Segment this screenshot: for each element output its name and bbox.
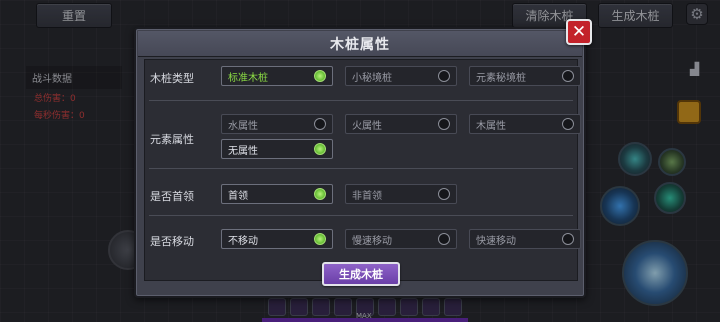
option-label: 小秘境桩 bbox=[352, 72, 392, 84]
radio-empty-icon bbox=[438, 233, 450, 245]
option-boss[interactable]: 首领 bbox=[221, 184, 333, 204]
radio-empty-icon bbox=[562, 233, 574, 245]
stake-type-row: 木桩类型 标准木桩 小秘境桩 元素秘境桩 bbox=[145, 60, 581, 92]
radio-empty-icon bbox=[438, 188, 450, 200]
generate-stake-button[interactable]: 生成木桩 bbox=[322, 262, 400, 286]
option-label: 标准木桩 bbox=[228, 72, 268, 84]
boss-label: 是否首领 bbox=[150, 190, 194, 203]
radio-empty-icon bbox=[562, 118, 574, 130]
radio-selected-icon bbox=[314, 70, 326, 82]
dialog-header: 木桩属性 bbox=[138, 31, 582, 57]
option-label: 元素秘境桩 bbox=[476, 72, 526, 84]
option-no-element[interactable]: 无属性 bbox=[221, 139, 333, 159]
option-label: 首领 bbox=[228, 190, 248, 202]
stake-properties-dialog: 木桩属性 木桩类型 标准木桩 小秘境桩 元素秘境桩 元素属性 水属性 火属性 木… bbox=[134, 27, 586, 298]
row-divider bbox=[149, 168, 573, 169]
stake-type-label: 木桩类型 bbox=[150, 72, 194, 85]
boss-row: 是否首领 首领 非首领 bbox=[145, 172, 577, 214]
option-label: 快速移动 bbox=[476, 235, 516, 247]
movement-row: 是否移动 不移动 慢速移动 快速移动 bbox=[145, 218, 581, 258]
radio-empty-icon bbox=[562, 70, 574, 82]
radio-selected-icon bbox=[314, 143, 326, 155]
option-fire[interactable]: 火属性 bbox=[345, 114, 457, 134]
option-label: 不移动 bbox=[228, 235, 258, 247]
movement-label: 是否移动 bbox=[150, 235, 194, 248]
option-no-move[interactable]: 不移动 bbox=[221, 229, 333, 249]
option-label: 火属性 bbox=[352, 120, 382, 132]
radio-selected-icon bbox=[314, 188, 326, 200]
row-divider bbox=[149, 215, 573, 216]
option-small-realm-stake[interactable]: 小秘境桩 bbox=[345, 66, 457, 86]
option-label: 水属性 bbox=[228, 120, 258, 132]
option-element-realm-stake[interactable]: 元素秘境桩 bbox=[469, 66, 581, 86]
option-slow-move[interactable]: 慢速移动 bbox=[345, 229, 457, 249]
dialog-body: 木桩类型 标准木桩 小秘境桩 元素秘境桩 元素属性 水属性 火属性 木属性 无属… bbox=[144, 59, 581, 281]
radio-empty-icon bbox=[438, 118, 450, 130]
option-label: 慢速移动 bbox=[352, 235, 392, 247]
option-label: 木属性 bbox=[476, 120, 506, 132]
element-label: 元素属性 bbox=[150, 133, 194, 146]
dialog-title: 木桩属性 bbox=[330, 36, 390, 53]
close-icon[interactable]: ✕ bbox=[566, 19, 592, 45]
option-standard-stake[interactable]: 标准木桩 bbox=[221, 66, 333, 86]
radio-empty-icon bbox=[314, 118, 326, 130]
option-fast-move[interactable]: 快速移动 bbox=[469, 229, 581, 249]
radio-selected-icon bbox=[314, 233, 326, 245]
radio-empty-icon bbox=[438, 70, 450, 82]
option-label: 非首领 bbox=[352, 190, 382, 202]
option-label: 无属性 bbox=[228, 145, 258, 157]
row-divider bbox=[149, 100, 573, 101]
option-wood[interactable]: 木属性 bbox=[469, 114, 581, 134]
option-non-boss[interactable]: 非首领 bbox=[345, 184, 457, 204]
option-water[interactable]: 水属性 bbox=[221, 114, 333, 134]
